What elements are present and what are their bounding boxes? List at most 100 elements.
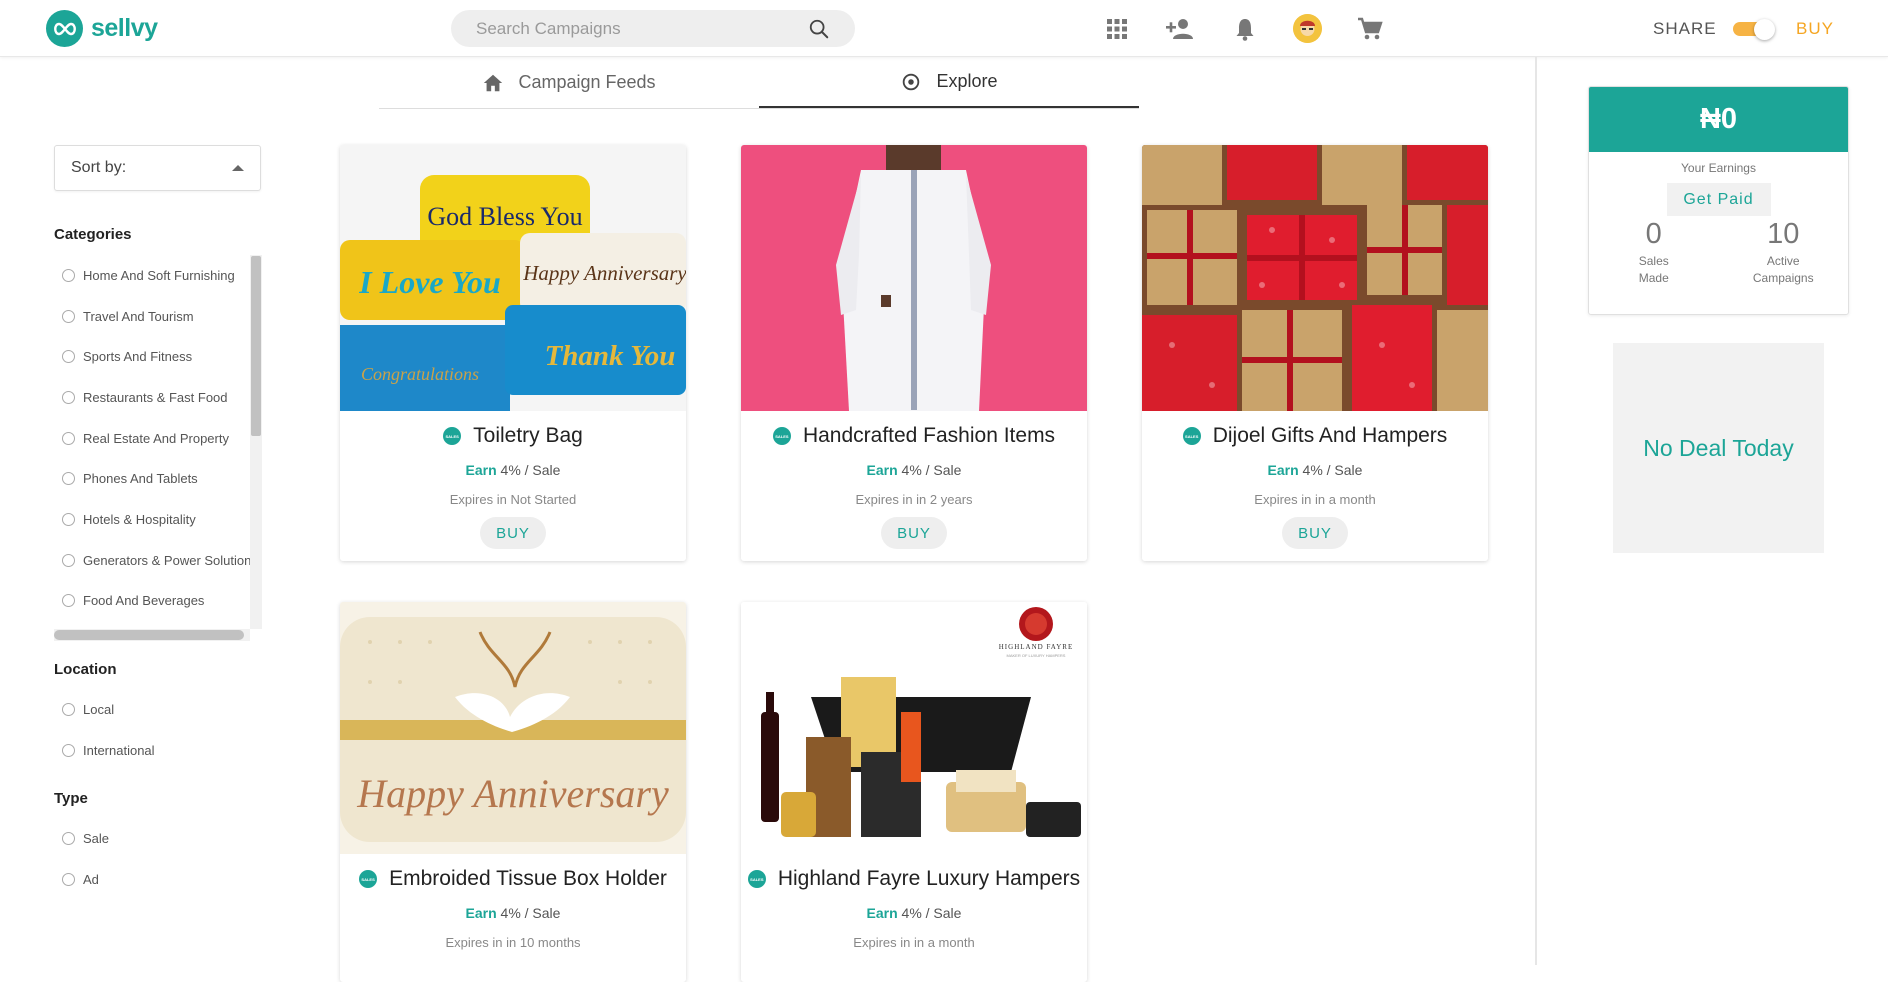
radio-button[interactable] — [62, 309, 75, 323]
sales-made-value: 0 — [1645, 218, 1662, 250]
radio-button[interactable] — [62, 872, 75, 886]
card-title[interactable]: Handcrafted Fashion Items — [803, 424, 1055, 448]
radio-button[interactable] — [62, 594, 75, 608]
category-label: Sports And Fitness — [83, 349, 193, 365]
radio-button[interactable] — [62, 831, 75, 845]
location-list: Local International — [54, 689, 252, 770]
expiry-text: Expires in in a month — [853, 935, 975, 950]
radio-button[interactable] — [62, 512, 75, 526]
radio-button[interactable] — [62, 553, 75, 567]
apps-grid-icon[interactable] — [1102, 14, 1132, 44]
type-option[interactable]: Sale — [54, 818, 252, 859]
card-title[interactable]: Toiletry Bag — [473, 424, 583, 448]
image-text: Happy Anniversary — [356, 771, 669, 816]
image-text: MAKER OF LUXURY HAMPERS — [1007, 653, 1066, 658]
search-input[interactable] — [476, 18, 808, 39]
radio-button[interactable] — [62, 743, 75, 757]
category-option[interactable]: Real Estate And Property — [54, 418, 252, 459]
location-option[interactable]: International — [54, 730, 252, 771]
vscroll-thumb[interactable] — [251, 256, 261, 436]
radio-button[interactable] — [62, 702, 75, 716]
logo[interactable]: sellvy — [46, 10, 158, 47]
earnings-label: Your Earnings — [1681, 161, 1756, 175]
category-option[interactable]: Travel And Tourism — [54, 296, 252, 337]
sales-made-label: Sales Made — [1638, 254, 1669, 285]
get-paid-button[interactable]: Get Paid — [1666, 183, 1771, 216]
type-title: Type — [54, 790, 88, 807]
category-label: Real Estate And Property — [83, 430, 229, 446]
location-option[interactable]: Local — [54, 689, 252, 730]
product-image[interactable] — [1142, 145, 1488, 411]
radio-button[interactable] — [62, 350, 75, 364]
logo-text: sellvy — [91, 14, 158, 42]
sort-by-select[interactable]: Sort by: — [54, 145, 261, 191]
type-option[interactable]: Ad — [54, 859, 252, 900]
commission-rate: Earn 4% / Sale — [1267, 462, 1363, 478]
category-option[interactable]: Sports And Fitness — [54, 336, 252, 377]
category-label: Hotels & Hospitality — [83, 511, 196, 527]
deal-of-day: No Deal Today — [1613, 343, 1824, 553]
category-label: Travel And Tourism — [83, 308, 194, 324]
card-title[interactable]: Embroided Tissue Box Holder — [389, 867, 667, 891]
product-image[interactable]: Happy Anniversary — [340, 602, 686, 854]
category-option[interactable]: Home And Soft Furnishing — [54, 255, 252, 296]
buy-button[interactable]: BUY — [480, 517, 546, 549]
hscroll-thumb[interactable] — [54, 630, 244, 640]
commission-rate: Earn 4% / Sale — [866, 462, 962, 478]
categories-list: Home And Soft Furnishing Travel And Tour… — [54, 255, 252, 625]
product-image[interactable] — [741, 145, 1087, 411]
category-label: Food And Beverages — [83, 593, 205, 609]
tab-campaign-feeds[interactable]: Campaign Feeds — [379, 57, 759, 108]
card-title[interactable]: Highland Fayre Luxury Hampers — [778, 867, 1080, 891]
radio-button[interactable] — [62, 390, 75, 404]
sales-made-stat: 0 Sales Made — [1604, 218, 1704, 287]
buy-button[interactable]: BUY — [1282, 517, 1348, 549]
expiry-text: Expires in in a month — [1254, 492, 1376, 507]
cart-icon[interactable] — [1355, 14, 1385, 44]
product-image[interactable]: HIGHLAND FAYRE MAKER OF LUXURY HAMPERS — [741, 602, 1087, 854]
active-campaigns-label: Active Campaigns — [1752, 254, 1814, 285]
sales-badge-icon: SALES — [359, 870, 378, 888]
location-label: Local — [83, 701, 115, 717]
category-label: Home And Soft Furnishing — [83, 267, 235, 283]
active-campaigns-value: 10 — [1767, 218, 1800, 250]
radio-button[interactable] — [62, 268, 75, 282]
type-list: Sale Ad — [54, 818, 252, 899]
category-option[interactable]: Phones And Tablets — [54, 458, 252, 499]
campaign-card[interactable]: HIGHLAND FAYRE MAKER OF LUXURY HAMPERS S… — [741, 602, 1087, 982]
search-bar[interactable] — [451, 10, 855, 47]
campaign-card[interactable]: God Bless You I Love You Happy Anniversa… — [340, 145, 686, 561]
type-label: Ad — [83, 871, 99, 887]
expiry-text: Expires in in 2 years — [855, 492, 973, 507]
campaign-card[interactable]: Happy Anniversary SALES Embroided Tissue… — [340, 602, 686, 982]
category-option[interactable]: Generators & Power Solutions — [54, 540, 252, 581]
location-label: International — [83, 742, 155, 758]
target-icon — [903, 73, 920, 90]
earnings-amount: ₦0 — [1589, 87, 1848, 152]
add-person-icon[interactable] — [1165, 14, 1195, 44]
search-icon[interactable] — [808, 18, 830, 40]
radio-button[interactable] — [62, 431, 75, 445]
campaign-card[interactable]: SALES Dijoel Gifts And Hampers Earn 4% /… — [1142, 145, 1488, 561]
tab-explore[interactable]: Explore — [759, 57, 1139, 108]
card-title[interactable]: Dijoel Gifts And Hampers — [1213, 424, 1448, 448]
location-title: Location — [54, 661, 117, 678]
avatar[interactable] — [1293, 14, 1322, 43]
category-label: Restaurants & Fast Food — [83, 389, 228, 405]
image-text: I Love You — [358, 264, 501, 300]
category-option[interactable]: Food And Beverages — [54, 581, 252, 622]
radio-button[interactable] — [62, 472, 75, 486]
sales-badge-icon: SALES — [443, 427, 462, 445]
top-header: sellvy Search Campaigns SHARE BUY — [0, 0, 1888, 57]
bell-icon[interactable] — [1230, 14, 1260, 44]
campaign-card[interactable]: SALES Handcrafted Fashion Items Earn 4% … — [741, 145, 1087, 561]
category-option[interactable]: Hotels & Hospitality — [54, 499, 252, 540]
buy-button[interactable]: BUY — [881, 517, 947, 549]
feed-tabs: Campaign Feeds Explore — [379, 57, 1139, 109]
home-icon — [484, 74, 503, 91]
caret-up-icon — [232, 165, 244, 171]
product-image[interactable]: God Bless You I Love You Happy Anniversa… — [340, 145, 686, 411]
commission-rate: Earn 4% / Sale — [465, 905, 561, 921]
category-option[interactable]: Restaurants & Fast Food — [54, 377, 252, 418]
share-buy-toggle[interactable] — [1733, 19, 1777, 40]
